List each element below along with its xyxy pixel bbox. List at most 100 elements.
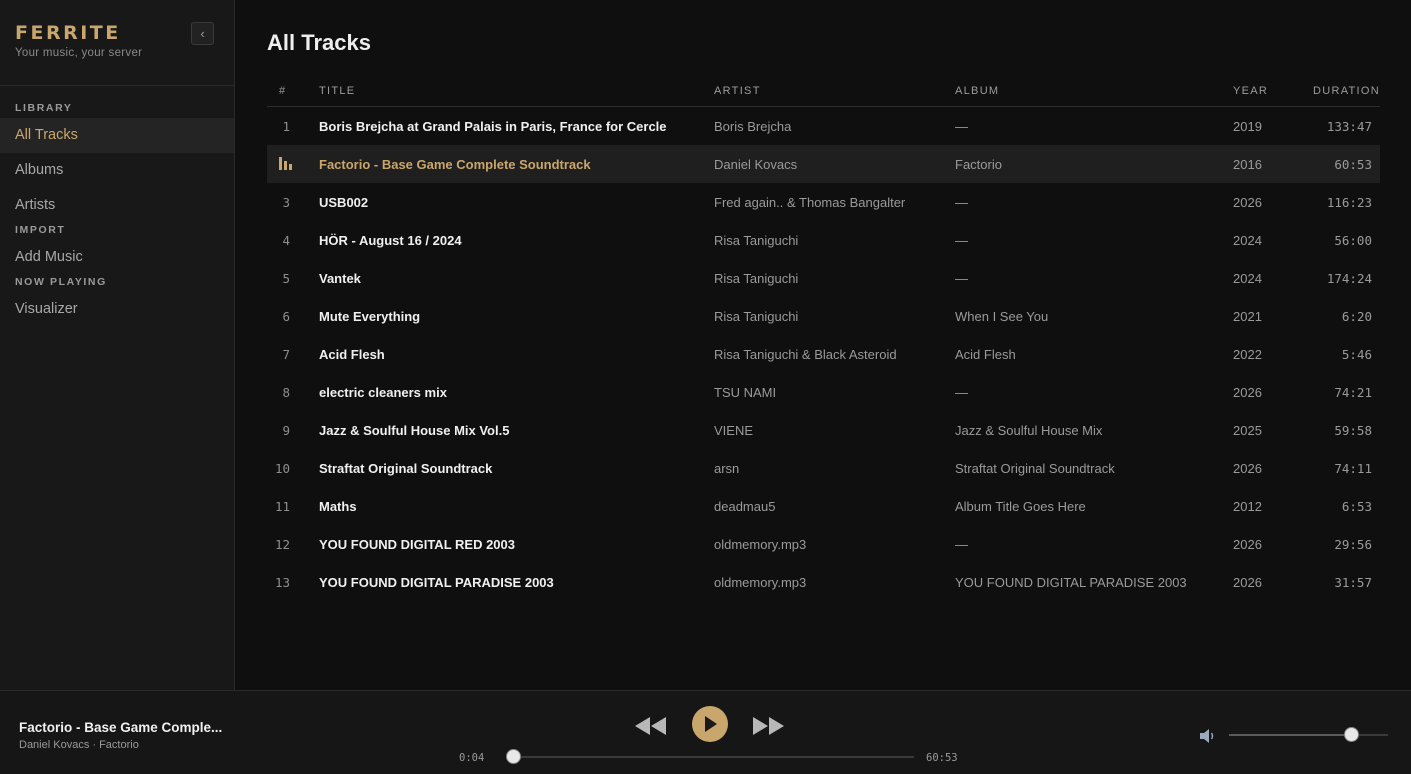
track-artist: Risa Taniguchi bbox=[714, 309, 799, 324]
track-album: When I See You bbox=[955, 309, 1049, 324]
seek-slider[interactable] bbox=[506, 749, 914, 764]
app-logo: FERRITE bbox=[15, 22, 121, 44]
play-icon bbox=[705, 716, 717, 732]
track-album: Factorio bbox=[955, 157, 1002, 172]
previous-track-button[interactable] bbox=[634, 709, 668, 743]
track-duration: 60:53 bbox=[1334, 157, 1372, 172]
column-header-title[interactable]: TITLE bbox=[319, 85, 355, 97]
track-duration: 6:53 bbox=[1341, 499, 1372, 514]
track-title: Maths bbox=[319, 499, 357, 514]
table-row[interactable]: 8 electric cleaners mix TSU NAMI — 2026 74:21 bbox=[267, 373, 1380, 411]
sidebar-item-albums[interactable]: Albums bbox=[0, 153, 234, 188]
track-duration: 59:58 bbox=[1334, 423, 1372, 438]
track-num: 10 bbox=[274, 461, 290, 476]
track-title: YOU FOUND DIGITAL PARADISE 2003 bbox=[319, 575, 554, 590]
table-row[interactable]: 4 HÖR - August 16 / 2024 Risa Taniguchi — 20… bbox=[267, 221, 1380, 259]
track-title: HÖR - August 16 / 2024 bbox=[319, 233, 462, 248]
skip-back-icon bbox=[635, 717, 666, 735]
track-year: 2019 bbox=[1233, 119, 1262, 134]
page-title: All Tracks bbox=[267, 30, 371, 55]
sidebar-nav: LIBRARY All Tracks Albums Artists IMPORT Add … bbox=[0, 102, 234, 327]
equalizer-icon bbox=[279, 157, 293, 170]
track-year: 2022 bbox=[1233, 347, 1262, 362]
track-year: 2026 bbox=[1233, 195, 1262, 210]
track-duration: 31:57 bbox=[1334, 575, 1372, 590]
app-tagline: Your music, your server bbox=[15, 47, 143, 59]
track-album: — bbox=[955, 195, 968, 210]
main-content: All Tracks # TITLE ARTIST ALBUM YEAR DUR… bbox=[235, 0, 1411, 690]
table-row[interactable]: 5 Vantek Risa Taniguchi — 2024 174:24 bbox=[267, 259, 1380, 297]
track-title: Mute Everything bbox=[319, 309, 421, 324]
track-num: 9 bbox=[282, 423, 290, 438]
tracks-table: # TITLE ARTIST ALBUM YEAR DURATION 1 Bori… bbox=[267, 76, 1380, 601]
track-album: Jazz & Soulful House Mix bbox=[955, 423, 1103, 438]
column-header-duration[interactable]: DURATION bbox=[1313, 85, 1380, 97]
track-artist: arsn bbox=[714, 461, 740, 476]
table-row[interactable]: 11 Maths deadmau5 Album Title Goes Here 2012… bbox=[267, 487, 1380, 525]
track-year: 2012 bbox=[1233, 499, 1262, 514]
track-duration: 133:47 bbox=[1326, 119, 1372, 134]
track-title: Straftat Original Soundtrack bbox=[319, 461, 493, 476]
table-row[interactable]: Factorio - Base Game Complete Soundtrack… bbox=[267, 145, 1380, 183]
skip-forward-icon bbox=[753, 717, 784, 735]
track-title: electric cleaners mix bbox=[319, 385, 447, 400]
track-duration: 6:20 bbox=[1341, 309, 1372, 324]
track-album: Acid Flesh bbox=[955, 347, 1016, 362]
track-album: — bbox=[955, 233, 968, 248]
table-body: 1 Boris Brejcha at Grand Palais in Paris,… bbox=[267, 107, 1380, 601]
track-year: 2016 bbox=[1233, 157, 1262, 172]
track-year: 2025 bbox=[1233, 423, 1262, 438]
brand-header: FERRITE Your music, your server ‹ bbox=[0, 0, 234, 86]
track-album: Straftat Original Soundtrack bbox=[955, 461, 1115, 476]
track-duration: 116:23 bbox=[1326, 195, 1372, 210]
chevron-left-icon: ‹ bbox=[200, 26, 205, 41]
sidebar-section-label: NOW PLAYING bbox=[15, 276, 107, 288]
table-row[interactable]: 1 Boris Brejcha at Grand Palais in Paris,… bbox=[267, 107, 1380, 145]
table-row[interactable]: 6 Mute Everything Risa Taniguchi When I See… bbox=[267, 297, 1380, 335]
table-row[interactable]: 12 YOU FOUND DIGITAL RED 2003 oldmemory.mp… bbox=[267, 525, 1380, 563]
next-track-button[interactable] bbox=[751, 709, 785, 743]
column-header-number[interactable]: # bbox=[279, 85, 286, 97]
volume-level bbox=[1229, 734, 1352, 736]
track-artist: Daniel Kovacs bbox=[714, 157, 798, 172]
current-time: 0:04 bbox=[459, 752, 485, 764]
speaker-icon[interactable] bbox=[1200, 728, 1218, 744]
seek-handle[interactable] bbox=[506, 749, 522, 764]
sidebar-item-add-music[interactable]: Add Music bbox=[0, 240, 234, 275]
track-title: Jazz & Soulful House Mix Vol.5 bbox=[319, 423, 510, 438]
track-artist: TSU NAMI bbox=[714, 385, 777, 400]
column-header-year[interactable]: YEAR bbox=[1233, 85, 1268, 97]
track-artist: VIENE bbox=[714, 423, 754, 438]
track-artist: oldmemory.mp3 bbox=[714, 575, 807, 590]
track-artist: deadmau5 bbox=[714, 499, 776, 514]
track-num: 12 bbox=[274, 537, 290, 552]
table-row[interactable]: 13 YOU FOUND DIGITAL PARADISE 2003 oldmemo… bbox=[267, 563, 1380, 601]
track-title: Acid Flesh bbox=[319, 347, 385, 362]
table-row[interactable]: 9 Jazz & Soulful House Mix Vol.5 VIENE Jazz… bbox=[267, 411, 1380, 449]
now-playing-title: Factorio - Base Game Comple... bbox=[19, 720, 223, 735]
column-header-artist[interactable]: ARTIST bbox=[714, 85, 761, 97]
table-row[interactable]: 10 Straftat Original Soundtrack arsn Straft… bbox=[267, 449, 1380, 487]
table-row[interactable]: 7 Acid Flesh Risa Taniguchi & Black Astero… bbox=[267, 335, 1380, 373]
table-row[interactable]: 3 USB002 Fred again.. & Thomas Bangalter — 2… bbox=[267, 183, 1380, 221]
track-artist: Boris Brejcha bbox=[714, 119, 792, 134]
track-artist: Fred again.. & Thomas Bangalter bbox=[714, 195, 906, 210]
column-header-album[interactable]: ALBUM bbox=[955, 85, 999, 97]
collapse-sidebar-button[interactable]: ‹ bbox=[191, 22, 214, 45]
volume-slider[interactable] bbox=[1229, 727, 1388, 742]
play-button[interactable] bbox=[692, 706, 728, 742]
track-artist: oldmemory.mp3 bbox=[714, 537, 807, 552]
sidebar-item-artists[interactable]: Artists bbox=[0, 188, 234, 223]
track-num: 8 bbox=[282, 385, 290, 400]
track-album: — bbox=[955, 119, 968, 134]
track-album: YOU FOUND DIGITAL PARADISE 2003 bbox=[955, 575, 1187, 590]
track-year: 2024 bbox=[1233, 271, 1262, 286]
track-duration: 74:21 bbox=[1334, 385, 1372, 400]
volume-handle[interactable] bbox=[1344, 727, 1360, 742]
track-year: 2026 bbox=[1233, 461, 1262, 476]
sidebar-item-all-tracks[interactable]: All Tracks bbox=[0, 118, 234, 153]
sidebar-item-visualizer[interactable]: Visualizer bbox=[0, 292, 234, 327]
track-year: 2026 bbox=[1233, 575, 1262, 590]
total-time: 60:53 bbox=[926, 752, 958, 764]
track-duration: 29:56 bbox=[1334, 537, 1372, 552]
